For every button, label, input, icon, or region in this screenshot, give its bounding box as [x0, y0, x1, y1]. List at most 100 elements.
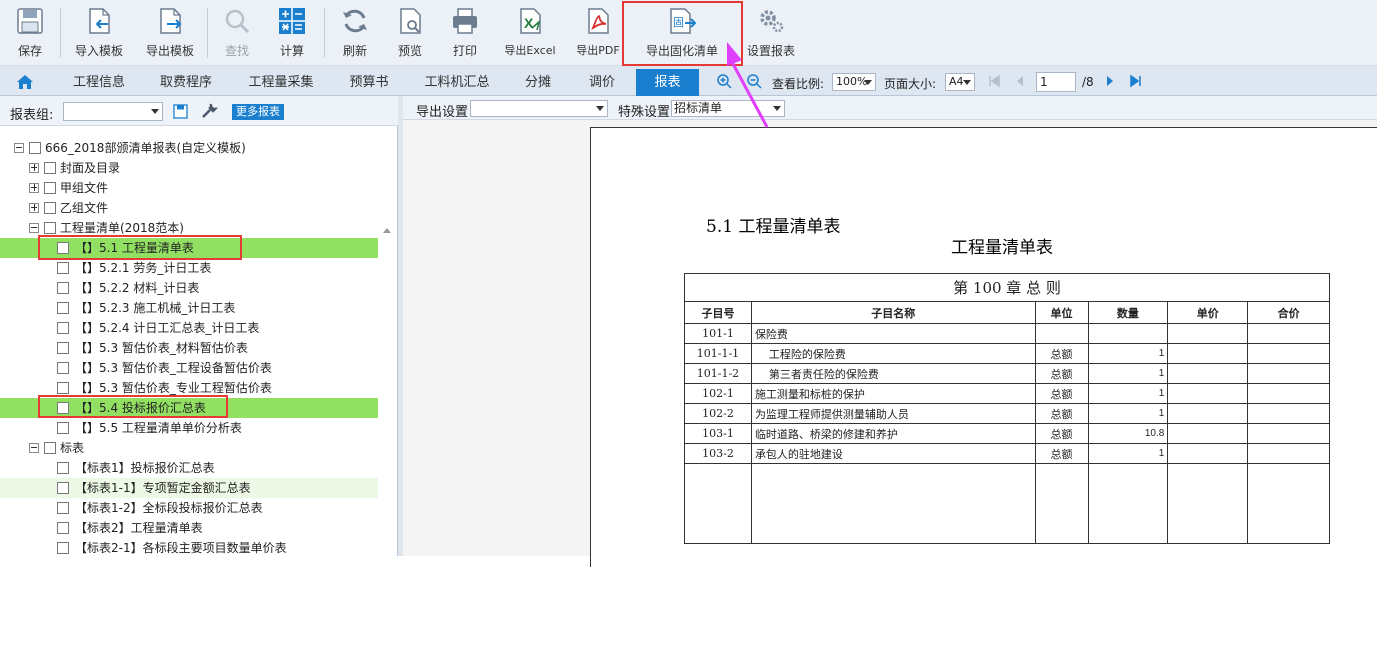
- refresh-button[interactable]: 刷新: [333, 0, 377, 64]
- find-button[interactable]: 查找: [215, 0, 259, 64]
- tree-item-checkbox[interactable]: [44, 222, 56, 234]
- export-excel-button[interactable]: X 导出Excel: [501, 0, 559, 64]
- zoom-out-icon[interactable]: [746, 73, 762, 89]
- tree-item-checkbox[interactable]: [57, 322, 69, 334]
- save-group-icon[interactable]: [173, 104, 188, 119]
- table-row: 102-2 为监理工程师提供测量辅助人员 总额 1: [684, 403, 1330, 424]
- page-size-select[interactable]: A4: [945, 73, 975, 91]
- tree-item-checkbox[interactable]: [57, 462, 69, 474]
- cell-qty: 10.8: [1087, 423, 1169, 444]
- tree-item-checkbox[interactable]: [57, 362, 69, 374]
- report-settings-button[interactable]: 设置报表: [744, 0, 798, 64]
- tree-item-checkbox[interactable]: [57, 522, 69, 534]
- expand-icon[interactable]: [29, 163, 39, 173]
- report-group-select[interactable]: [63, 102, 163, 121]
- zoom-select[interactable]: 100%: [832, 73, 876, 91]
- tree-item[interactable]: 【】5.2.1 劳务_计日工表: [0, 258, 378, 278]
- expand-icon[interactable]: [29, 183, 39, 193]
- prev-page-icon[interactable]: [1012, 73, 1028, 89]
- tab-project-info[interactable]: 工程信息: [62, 69, 136, 96]
- page-number-input[interactable]: 1: [1036, 72, 1076, 92]
- tree-item[interactable]: 【】5.2.2 材料_计日表: [0, 278, 378, 298]
- tree-item[interactable]: 【】5.5 工程量清单单价分析表: [0, 418, 378, 438]
- expand-icon[interactable]: [29, 203, 39, 213]
- tree-item[interactable]: 【标表1】投标报价汇总表: [0, 458, 378, 478]
- cell-name: 工程险的保险费: [750, 343, 1036, 364]
- zoom-label: 查看比例:: [772, 77, 825, 91]
- tab-price-adjust[interactable]: 调价: [578, 69, 626, 96]
- tree-item[interactable]: 【标表1-1】专项暂定金额汇总表: [0, 478, 378, 498]
- next-page-icon[interactable]: [1102, 73, 1118, 89]
- tree-item[interactable]: 乙组文件: [0, 198, 378, 218]
- tree-item-checkbox[interactable]: [57, 542, 69, 554]
- tree-item-checkbox[interactable]: [57, 302, 69, 314]
- zoom-in-icon[interactable]: [716, 73, 732, 89]
- tree-scrollbar[interactable]: [380, 226, 394, 652]
- tree-item[interactable]: 【】5.2.3 施工机械_计日工表: [0, 298, 378, 318]
- tree-item[interactable]: 【】5.2.4 计日工汇总表_计日工表: [0, 318, 378, 338]
- tab-fee-program[interactable]: 取费程序: [148, 69, 224, 96]
- home-icon[interactable]: [16, 74, 34, 90]
- cell-unit: 总额: [1034, 423, 1089, 444]
- tree-item-checkbox[interactable]: [57, 502, 69, 514]
- refresh-label: 刷新: [342, 44, 367, 58]
- doc-title: 工程量清单表: [951, 238, 1053, 258]
- cell-empty: [1167, 443, 1249, 464]
- tree-item-checkbox[interactable]: [57, 382, 69, 394]
- page-current: 1: [1040, 75, 1048, 89]
- tree-item-checkbox[interactable]: [29, 142, 41, 154]
- tab-quantity-collect[interactable]: 工程量采集: [236, 69, 326, 96]
- cell-empty: [1247, 423, 1330, 444]
- tree-item[interactable]: 【标表2】工程量清单表: [0, 518, 378, 538]
- tree-item[interactable]: 【标表2-1】各标段主要项目数量单价表: [0, 538, 378, 558]
- export-pdf-button[interactable]: 导出PDF: [572, 0, 624, 64]
- tree-item-checkbox[interactable]: [44, 182, 56, 194]
- tab-materials-summary[interactable]: 工料机汇总: [414, 69, 500, 96]
- page-total: /8: [1082, 75, 1094, 89]
- last-page-icon[interactable]: [1128, 73, 1144, 89]
- tree-item[interactable]: 甲组文件: [0, 178, 378, 198]
- tree-item[interactable]: 【】5.3 暂估价表_工程设备暂估价表: [0, 358, 378, 378]
- save-button[interactable]: 保存: [8, 0, 52, 64]
- first-page-icon[interactable]: [986, 73, 1002, 89]
- tree-item-checkbox[interactable]: [57, 342, 69, 354]
- special-settings-select[interactable]: 招标清单: [671, 100, 785, 117]
- tree-item[interactable]: 封面及目录: [0, 158, 378, 178]
- collapse-icon[interactable]: [29, 223, 39, 233]
- tab-budget[interactable]: 预算书: [338, 69, 400, 96]
- scroll-up-icon[interactable]: [383, 228, 391, 233]
- tree-item[interactable]: 666_2018部颁清单报表(自定义模板): [0, 138, 378, 158]
- tab-reports[interactable]: 报表: [636, 69, 699, 96]
- tab-allocation[interactable]: 分摊: [514, 69, 562, 96]
- tree-item-checkbox[interactable]: [44, 442, 56, 454]
- tree-item[interactable]: 【】5.3 暂估价表_材料暂估价表: [0, 338, 378, 358]
- cell-name: 第三者责任险的保险费: [750, 363, 1036, 384]
- tree-item-checkbox[interactable]: [57, 482, 69, 494]
- collapse-icon[interactable]: [14, 143, 24, 153]
- export-settings-select[interactable]: [470, 100, 608, 117]
- tree-item[interactable]: 【标表1-2】全标段投标报价汇总表: [0, 498, 378, 518]
- tree-item-checkbox[interactable]: [44, 202, 56, 214]
- cell-empty: [1247, 383, 1330, 404]
- cell-qty: 1: [1087, 443, 1169, 464]
- cell-code: 101-1-2: [684, 363, 752, 384]
- export-template-button[interactable]: 导出模板: [139, 0, 201, 64]
- module-tabbar: 工程信息 取费程序 工程量采集 预算书 工料机汇总 分摊 调价 报表 查看比例:…: [0, 66, 1377, 96]
- tree-item-checkbox[interactable]: [57, 262, 69, 274]
- more-reports-button[interactable]: 更多报表: [232, 104, 284, 120]
- cell-empty: [1247, 443, 1330, 464]
- refresh-icon: [343, 9, 367, 33]
- tree-item-checkbox[interactable]: [57, 282, 69, 294]
- tree-item[interactable]: 标表: [0, 438, 378, 458]
- collapse-icon[interactable]: [29, 443, 39, 453]
- report-group-bar: 报表组: 更多报表: [0, 96, 398, 126]
- import-template-button[interactable]: 导入模板: [68, 0, 130, 64]
- preview-button[interactable]: 预览: [388, 0, 432, 64]
- tree-item-checkbox[interactable]: [57, 422, 69, 434]
- cell-empty: [1167, 343, 1249, 364]
- chevron-down-icon: [151, 109, 159, 114]
- calc-button[interactable]: 计算: [270, 0, 314, 64]
- print-button[interactable]: 打印: [443, 0, 487, 64]
- tree-item-checkbox[interactable]: [44, 162, 56, 174]
- wrench-icon[interactable]: [200, 102, 218, 120]
